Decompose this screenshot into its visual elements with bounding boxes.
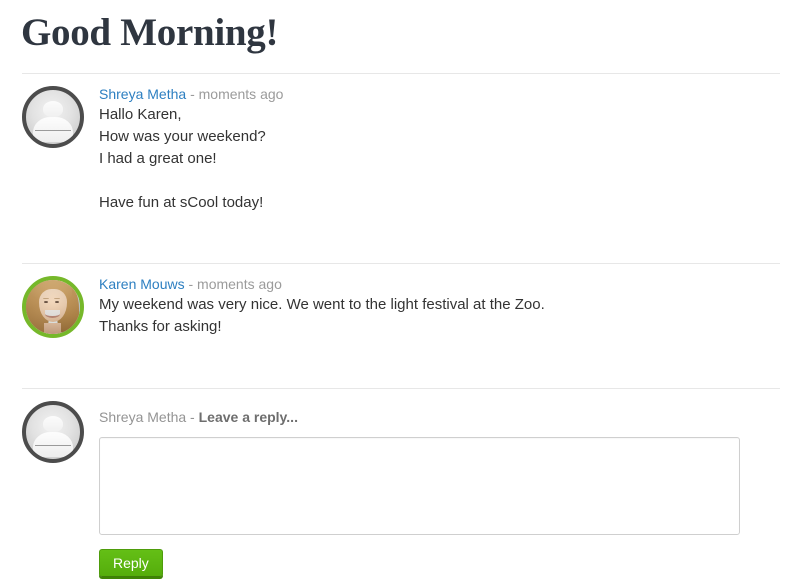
comment-body-line: My weekend was very nice. We went to the… [99, 296, 545, 313]
comment-content: Karen Mouws - moments ago My weekend was… [99, 274, 545, 338]
comment-thread-page: Good Morning! Shreya Metha - moments ago… [0, 0, 786, 582]
photo-shading [26, 280, 80, 334]
comment-body-line: I had a great one! [99, 150, 217, 167]
reply-form-author: Shreya Metha - [99, 409, 199, 425]
comment-meta: Karen Mouws - moments ago [99, 274, 545, 294]
comment-body-line [99, 170, 283, 192]
silhouette-baseline [34, 444, 72, 446]
comment-body-line: How was your weekend? [99, 128, 266, 145]
comment-author-link[interactable]: Karen Mouws [99, 276, 185, 292]
avatar-photo-image [26, 280, 80, 334]
comment-body-line: Thanks for asking! [99, 318, 222, 335]
silhouette-head-shape [42, 415, 64, 432]
default-silhouette-avatar-icon [22, 86, 84, 148]
comment-author-link[interactable]: Shreya Metha [99, 86, 186, 102]
avatar [22, 401, 86, 463]
avatar [22, 86, 86, 148]
divider-top [22, 73, 780, 74]
reply-textarea[interactable] [99, 437, 740, 535]
page-title: Good Morning! [21, 11, 279, 54]
avatar [22, 276, 86, 338]
comment-body-line: Have fun at sCool today! [99, 194, 264, 211]
photo-avatar-icon [22, 276, 84, 338]
divider-between-comments [22, 263, 780, 264]
silhouette-baseline [34, 129, 72, 131]
comment-body-line: Hallo Karen, [99, 106, 182, 123]
comment-timestamp: - moments ago [190, 86, 284, 102]
comment-timestamp: - moments ago [188, 276, 282, 292]
silhouette-head-shape [42, 100, 64, 117]
reply-submit-button[interactable]: Reply [99, 549, 163, 577]
reply-form-prompt: Leave a reply... [198, 409, 298, 425]
reply-form-label: Shreya Metha - Leave a reply... [99, 407, 740, 427]
divider-above-reply-form [22, 388, 780, 389]
default-silhouette-avatar-icon [22, 401, 84, 463]
comment-content: Shreya Metha - moments ago Hallo Karen, … [99, 84, 283, 214]
comment-meta: Shreya Metha - moments ago [99, 84, 283, 104]
reply-form-content: Shreya Metha - Leave a reply... Reply [99, 407, 740, 577]
